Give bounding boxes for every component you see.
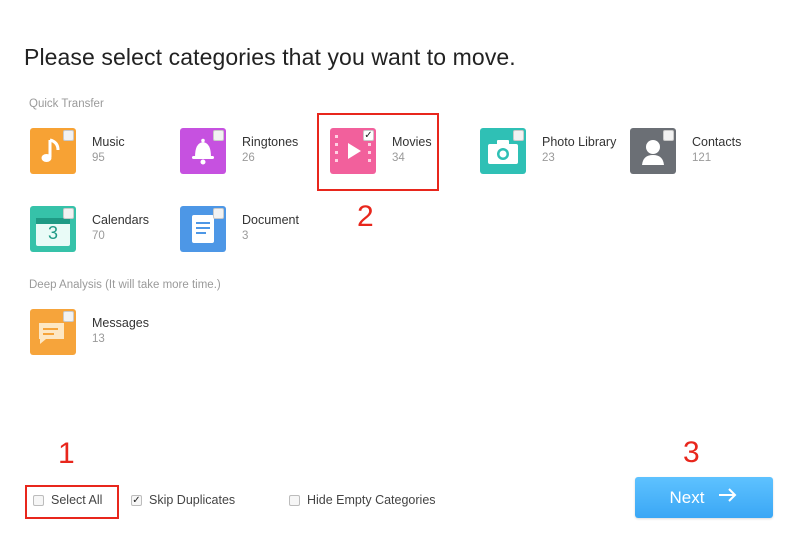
camera-icon bbox=[480, 128, 526, 174]
section-label-quick-transfer: Quick Transfer bbox=[29, 98, 104, 110]
category-calendars[interactable]: 3 Calendars 70 bbox=[30, 206, 160, 254]
category-music[interactable]: Music 95 bbox=[30, 128, 150, 176]
next-button-label: Next bbox=[669, 487, 705, 507]
bell-icon bbox=[180, 128, 226, 174]
category-name: Calendars bbox=[92, 213, 149, 227]
ringtones-checkbox[interactable] bbox=[213, 130, 224, 141]
skip-duplicates-label: Skip Duplicates bbox=[149, 493, 236, 507]
category-messages[interactable]: Messages 13 bbox=[30, 309, 160, 357]
category-count: 13 bbox=[92, 333, 105, 345]
category-count: 95 bbox=[92, 152, 105, 164]
category-count: 121 bbox=[692, 152, 712, 164]
hide-empty-categories-option[interactable]: Hide Empty Categories bbox=[289, 493, 436, 507]
movies-highlight-box bbox=[317, 113, 439, 191]
music-note-icon bbox=[30, 128, 76, 174]
category-name: Music bbox=[92, 135, 125, 149]
message-icon bbox=[30, 309, 76, 355]
category-count: 23 bbox=[542, 152, 555, 164]
select-all-label: Select All bbox=[51, 493, 103, 507]
category-name: Ringtones bbox=[242, 135, 299, 149]
select-all-checkbox[interactable] bbox=[33, 494, 44, 506]
calendar-icon: 3 bbox=[30, 206, 76, 252]
category-photo-library[interactable]: Photo Library 23 bbox=[480, 128, 620, 176]
arrow-right-icon bbox=[718, 486, 738, 509]
category-count: 70 bbox=[92, 230, 105, 242]
hide-empty-categories-label: Hide Empty Categories bbox=[307, 493, 436, 507]
category-name: Document bbox=[242, 213, 299, 227]
category-name: Contacts bbox=[692, 135, 742, 149]
page-title: Please select categories that you want t… bbox=[24, 44, 516, 70]
category-ringtones[interactable]: Ringtones 26 bbox=[180, 128, 310, 176]
step-marker-1: 1 bbox=[58, 437, 75, 470]
calendar-day: 3 bbox=[47, 223, 58, 243]
hide-empty-categories-checkbox[interactable] bbox=[289, 494, 300, 506]
music-checkbox[interactable] bbox=[63, 130, 74, 141]
messages-checkbox[interactable] bbox=[63, 311, 74, 322]
step-marker-2: 2 bbox=[357, 200, 374, 233]
category-count: 3 bbox=[242, 230, 249, 242]
document-checkbox[interactable] bbox=[213, 208, 224, 219]
document-icon bbox=[180, 206, 226, 252]
category-document[interactable]: Document 3 bbox=[180, 206, 310, 254]
skip-duplicates-option[interactable]: ✓ Skip Duplicates bbox=[131, 493, 235, 507]
calendars-checkbox[interactable] bbox=[63, 208, 74, 219]
category-contacts[interactable]: Contacts 121 bbox=[630, 128, 760, 176]
category-name: Photo Library bbox=[542, 135, 617, 149]
person-icon bbox=[630, 128, 676, 174]
skip-duplicates-checkbox[interactable]: ✓ bbox=[131, 494, 142, 506]
photo-library-checkbox[interactable] bbox=[513, 130, 524, 141]
contacts-checkbox[interactable] bbox=[663, 130, 674, 141]
category-name: Messages bbox=[92, 316, 149, 330]
next-button[interactable]: Next bbox=[635, 477, 773, 518]
select-all-option[interactable]: Select All bbox=[33, 493, 102, 507]
category-count: 26 bbox=[242, 152, 255, 164]
step-marker-3: 3 bbox=[683, 436, 700, 469]
section-label-deep-analysis: Deep Analysis (It will take more time.) bbox=[29, 279, 221, 291]
